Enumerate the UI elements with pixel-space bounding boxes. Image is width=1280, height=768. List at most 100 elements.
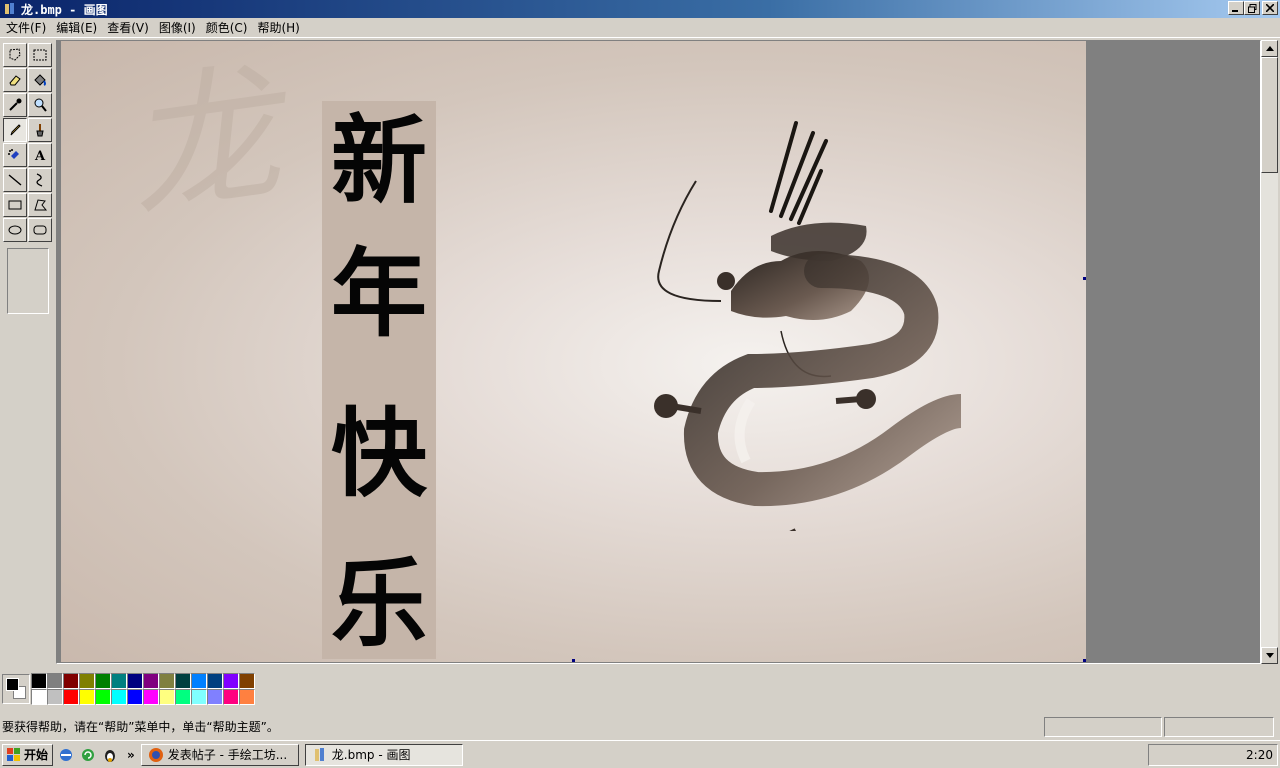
drawing-canvas[interactable]: 龙 新 年 快 乐 — [61, 41, 1086, 662]
greeting-banner: 新 年 快 乐 — [322, 101, 436, 659]
color-swatch[interactable] — [175, 689, 191, 705]
color-swatch[interactable] — [127, 689, 143, 705]
task-paint-label: 龙.bmp - 画图 — [331, 748, 411, 762]
banner-char-4: 乐 — [331, 547, 427, 660]
tool-rect-select[interactable] — [28, 43, 52, 67]
current-colors[interactable] — [2, 674, 30, 704]
color-swatch[interactable] — [31, 689, 47, 705]
pencil-icon — [10, 124, 21, 136]
color-swatch[interactable] — [63, 689, 79, 705]
window-title: 龙.bmp - 画图 — [21, 2, 108, 17]
close-button[interactable] — [1262, 1, 1278, 15]
menu-view[interactable]: 查看(V) — [103, 19, 153, 37]
quicklaunch-ie[interactable] — [57, 746, 75, 764]
start-label: 开始 — [24, 748, 49, 762]
dragon-painting — [654, 121, 961, 531]
tool-polygon[interactable] — [28, 193, 52, 217]
tool-curve[interactable] — [28, 168, 52, 192]
menu-image[interactable]: 图像(I) — [155, 19, 200, 37]
curve-icon — [36, 173, 43, 187]
resize-handle-bottom[interactable] — [572, 659, 575, 662]
color-swatch[interactable] — [223, 689, 239, 705]
banner-char-2: 年 — [331, 237, 427, 350]
tool-line[interactable] — [3, 168, 27, 192]
scroll-thumb[interactable] — [1261, 57, 1278, 173]
task-paint[interactable]: 龙.bmp - 画图 — [304, 743, 463, 766]
line-icon — [8, 174, 22, 186]
color-swatch[interactable] — [47, 689, 63, 705]
color-swatch[interactable] — [239, 689, 255, 705]
color-swatch[interactable] — [239, 673, 255, 689]
tool-ellipse[interactable] — [3, 218, 27, 242]
clock[interactable]: 2:20 — [1246, 748, 1273, 762]
scroll-up-button[interactable] — [1261, 40, 1278, 57]
vertical-scrollbar[interactable] — [1261, 40, 1278, 664]
color-swatch[interactable] — [111, 673, 127, 689]
color-swatch[interactable] — [63, 673, 79, 689]
tool-airbrush[interactable] — [3, 143, 27, 167]
toolbox: A — [0, 40, 56, 665]
resize-handle-right[interactable] — [1083, 277, 1086, 280]
text-icon: A — [34, 149, 46, 163]
task-firefox[interactable]: 发表帖子 - 手绘工坊... — [140, 743, 299, 766]
menu-colors[interactable]: 颜色(C) — [202, 19, 252, 37]
green-globe-icon — [82, 748, 95, 761]
foreground-color — [6, 678, 19, 691]
color-swatch[interactable] — [95, 689, 111, 705]
taskbar: 开始 » 发表帖子 - 手绘工坊... 龙.bmp - 画图 2:20 — [0, 740, 1280, 768]
minimize-button[interactable] — [1228, 1, 1244, 15]
color-swatch[interactable] — [159, 689, 175, 705]
polygon-icon — [34, 199, 48, 211]
rounded-rect-icon — [33, 225, 47, 235]
tool-rectangle[interactable] — [3, 193, 27, 217]
color-swatch[interactable] — [47, 673, 63, 689]
tool-magnifier[interactable] — [28, 93, 52, 117]
color-swatch[interactable] — [191, 673, 207, 689]
restore-button[interactable] — [1244, 1, 1260, 15]
tool-brush[interactable] — [28, 118, 52, 142]
quicklaunch-qq[interactable] — [101, 746, 119, 764]
tool-color-picker[interactable] — [3, 93, 27, 117]
close-icon — [1266, 4, 1274, 12]
menu-file[interactable]: 文件(F) — [2, 19, 50, 37]
color-swatch[interactable] — [79, 673, 95, 689]
scroll-down-button[interactable] — [1261, 647, 1278, 664]
magnifier-icon — [34, 98, 47, 112]
title-bar: 龙.bmp - 画图 — [0, 0, 1280, 18]
color-swatch[interactable] — [159, 673, 175, 689]
tool-text[interactable]: A — [28, 143, 52, 167]
start-button[interactable]: 开始 — [2, 743, 54, 766]
quicklaunch-more[interactable]: » — [127, 748, 135, 762]
tool-rounded-rect[interactable] — [28, 218, 52, 242]
color-palette — [0, 666, 1280, 714]
airbrush-icon — [8, 149, 19, 159]
arrow-up-icon — [1265, 46, 1274, 51]
color-swatch[interactable] — [207, 673, 223, 689]
menu-edit[interactable]: 编辑(E) — [52, 19, 101, 37]
tool-fill[interactable] — [28, 68, 52, 92]
color-swatch[interactable] — [207, 689, 223, 705]
color-swatch[interactable] — [127, 673, 143, 689]
menu-help[interactable]: 帮助(H) — [253, 19, 303, 37]
color-swatch[interactable] — [79, 689, 95, 705]
color-swatch[interactable] — [143, 673, 159, 689]
restore-icon — [1247, 3, 1256, 13]
tool-eraser[interactable] — [3, 68, 27, 92]
color-swatch[interactable] — [175, 673, 191, 689]
tool-pencil[interactable] — [3, 118, 27, 142]
tool-options-panel[interactable] — [7, 248, 49, 314]
color-swatch[interactable] — [111, 689, 127, 705]
penguin-icon — [105, 749, 116, 762]
quicklaunch-refresh[interactable] — [79, 746, 97, 764]
tool-free-select[interactable] — [3, 43, 27, 67]
resize-handle-corner[interactable] — [1083, 659, 1086, 662]
canvas-workspace: 龙 新 年 快 乐 — [56, 40, 1261, 664]
color-swatch[interactable] — [191, 689, 207, 705]
color-swatch[interactable] — [143, 689, 159, 705]
canvas-watermark-char: 龙 — [116, 46, 290, 240]
status-pane-size — [1164, 717, 1274, 737]
color-swatch[interactable] — [223, 673, 239, 689]
status-text: 要获得帮助，请在“帮助”菜单中，单击“帮助主题”。 — [2, 720, 279, 734]
color-swatch[interactable] — [31, 673, 47, 689]
color-swatch[interactable] — [95, 673, 111, 689]
